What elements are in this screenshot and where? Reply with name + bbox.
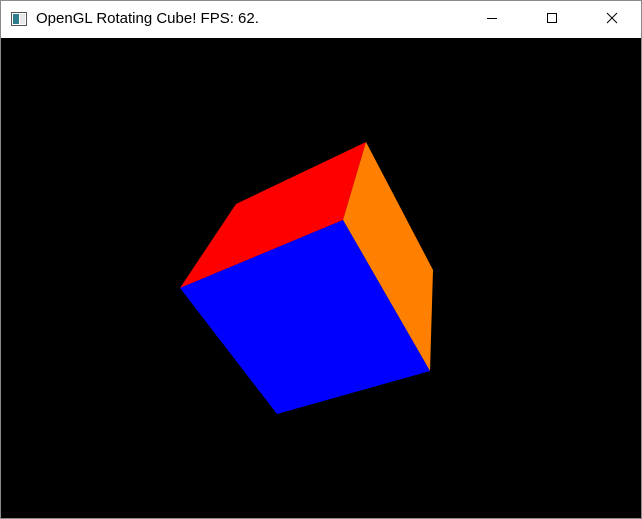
close-button[interactable] — [589, 1, 635, 38]
minimize-icon — [486, 11, 498, 29]
minimize-button[interactable] — [469, 1, 515, 38]
maximize-icon — [546, 11, 558, 29]
window-title: OpenGL Rotating Cube! FPS: 62. — [36, 10, 259, 27]
cube-canvas — [180, 142, 433, 414]
title-bar[interactable]: OpenGL Rotating Cube! FPS: 62. — [1, 1, 641, 38]
app-window: OpenGL Rotating Cube! FPS: 62. — [0, 0, 642, 519]
application-window-icon[interactable] — [11, 12, 27, 26]
maximize-button[interactable] — [529, 1, 575, 38]
close-icon — [606, 11, 618, 29]
opengl-viewport[interactable] — [1, 38, 641, 518]
